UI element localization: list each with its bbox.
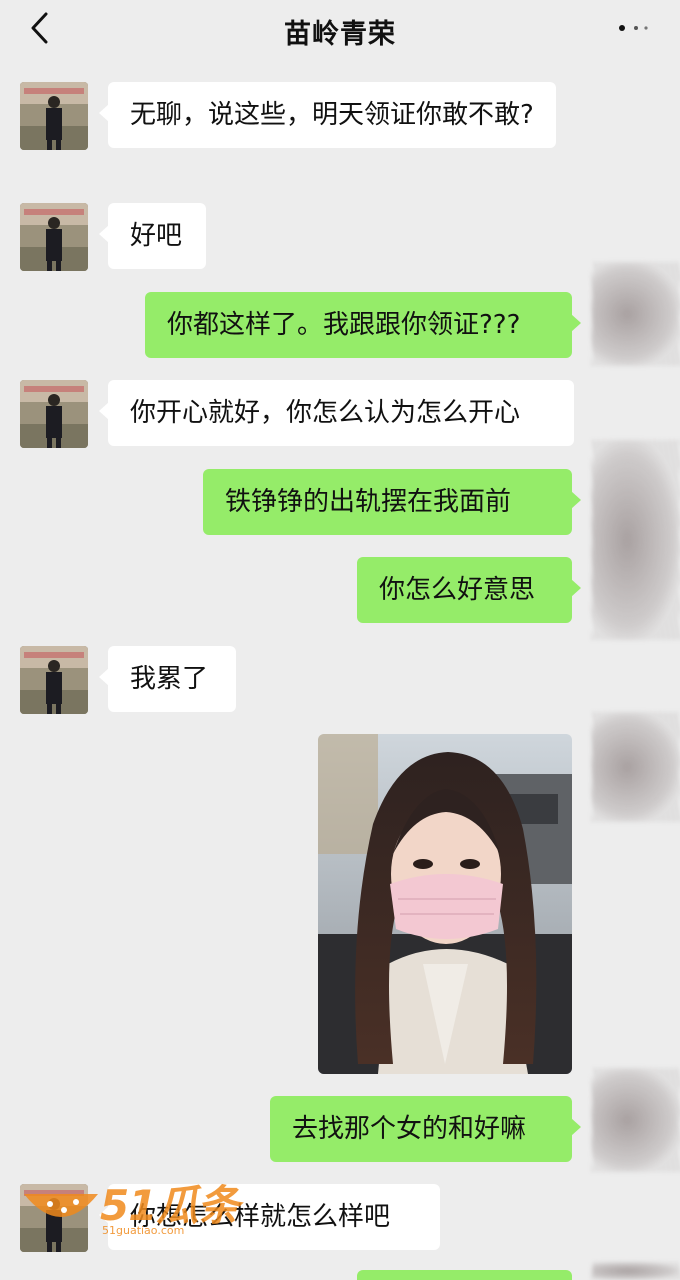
message-bubble-right[interactable]: 去找那个女的和好嘛 bbox=[270, 1096, 581, 1162]
message-text: 无聊，说这些，明天领证你敢不敢? bbox=[130, 100, 534, 130]
message-bubble-left[interactable]: 无聊，说这些，明天领证你敢不敢? bbox=[99, 82, 556, 148]
self-avatar-blurred bbox=[592, 712, 680, 822]
message-bubble-right[interactable]: 你怎么好意思 bbox=[357, 557, 581, 623]
message-text: 你怎么好意思 bbox=[379, 575, 536, 605]
contact-avatar[interactable] bbox=[20, 203, 88, 271]
watermelon-icon bbox=[24, 1194, 98, 1217]
message-bubble-right[interactable]: 你都这样了。我跟跟你领证??? bbox=[145, 292, 581, 358]
more-button[interactable] bbox=[614, 16, 658, 40]
self-avatar-blurred bbox=[592, 440, 680, 640]
message-bubble-left[interactable]: 好吧 bbox=[99, 203, 206, 269]
contact-avatar[interactable] bbox=[20, 82, 88, 150]
self-avatar-blurred bbox=[592, 1068, 680, 1172]
message-text: 铁铮铮的出轨摆在我面前 bbox=[225, 487, 512, 517]
message-text: 去找那个女的和好嘛 bbox=[292, 1114, 527, 1144]
more-dots-icon bbox=[619, 25, 648, 31]
message-bubble-right-partial[interactable] bbox=[357, 1270, 572, 1280]
watermark-url: 51guatiao.com bbox=[102, 1224, 185, 1237]
page-title: 苗岭青荣 bbox=[284, 19, 396, 50]
message-text: 好吧 bbox=[130, 221, 183, 251]
message-bubble-left[interactable]: 我累了 bbox=[99, 646, 236, 712]
contact-avatar[interactable] bbox=[20, 646, 88, 714]
contact-avatar[interactable] bbox=[20, 380, 88, 448]
watermark-logo: 51瓜条 51guatiao.com bbox=[20, 1172, 260, 1242]
message-text: 我累了 bbox=[130, 664, 209, 694]
chat-header: 苗岭青荣 bbox=[0, 0, 680, 56]
message-bubble-left[interactable]: 你开心就好，你怎么认为怎么开心 bbox=[99, 380, 574, 446]
message-bubble-right[interactable]: 铁铮铮的出轨摆在我面前 bbox=[203, 469, 581, 535]
message-text: 你都这样了。我跟跟你领证??? bbox=[167, 310, 521, 340]
message-text: 你开心就好，你怎么认为怎么开心 bbox=[130, 398, 521, 428]
image-message[interactable] bbox=[318, 734, 572, 1074]
self-avatar-blurred bbox=[592, 262, 680, 366]
self-avatar-blurred bbox=[592, 1262, 680, 1280]
